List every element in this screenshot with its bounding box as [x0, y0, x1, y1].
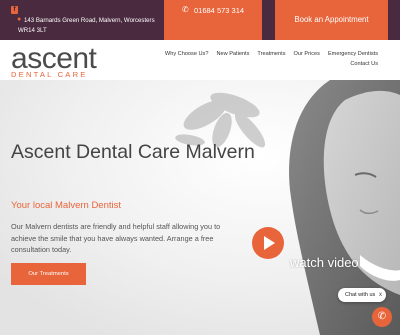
nav-item-why-choose-us[interactable]: Why Choose Us? [165, 51, 209, 57]
play-icon [264, 236, 275, 250]
top-bar: f ● 143 Barnards Green Road, Malvern, Wo… [0, 0, 400, 40]
address-line-2: WR14 3LT [18, 26, 47, 34]
whatsapp-chat-button[interactable]: ✆ [372, 307, 392, 327]
whatsapp-icon: ✆ [377, 311, 387, 322]
hero-subtitle: Your local Malvern Dentist [11, 200, 122, 211]
phone-button[interactable]: ✆ 01684 573 314 [164, 0, 262, 40]
hero-paragraph: Our Malvern dentists are friendly and he… [11, 222, 221, 254]
facebook-icon[interactable]: f [11, 6, 18, 14]
location-pin-icon: ● [17, 16, 22, 23]
our-treatments-button[interactable]: Our Treatments [11, 263, 86, 285]
nav-item-our-prices[interactable]: Our Prices [294, 51, 320, 57]
book-appointment-button[interactable]: Book an Appointment [275, 0, 388, 40]
phone-number: 01684 573 314 [194, 6, 245, 15]
hero-title: Ascent Dental Care Malvern [11, 141, 255, 163]
main-nav: Why Choose Us? New Patients Treatments O… [165, 51, 378, 57]
phone-icon: ✆ [182, 5, 189, 14]
logo-subtitle: DENTAL CARE [11, 70, 88, 79]
nav-item-emergency-dentists[interactable]: Emergency Dentists [328, 51, 378, 57]
watch-video-link[interactable]: watch video [290, 255, 359, 270]
chat-label: Chat with us [345, 292, 376, 298]
nav-item-new-patients[interactable]: New Patients [216, 51, 249, 57]
address-line-1: 143 Barnards Green Road, Malvern, Worces… [24, 17, 155, 24]
nav-item-contact-us[interactable]: Contact Us [350, 61, 378, 67]
play-video-button[interactable] [252, 227, 284, 259]
chat-popup[interactable]: Chat with us x [338, 288, 386, 302]
nav-item-treatments[interactable]: Treatments [257, 51, 285, 57]
close-icon[interactable]: x [379, 288, 382, 302]
